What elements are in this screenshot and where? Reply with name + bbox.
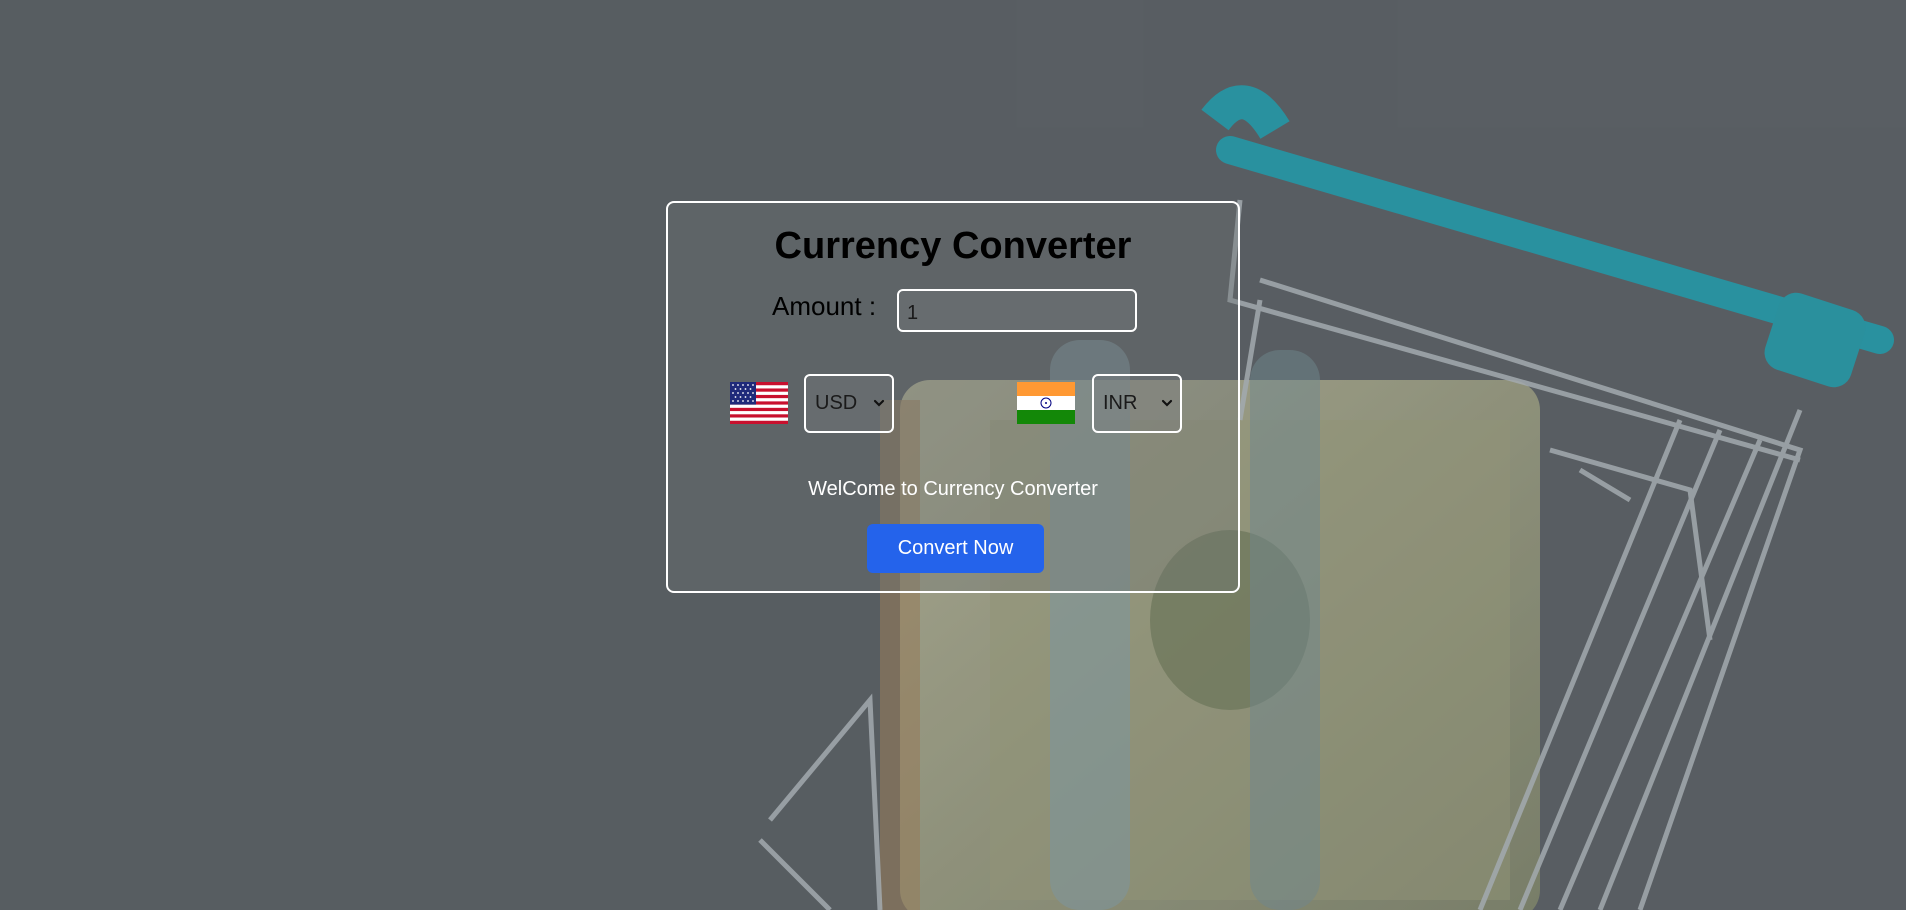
to-currency-value: INR xyxy=(1103,392,1138,414)
us-flag-icon xyxy=(730,382,788,424)
page: Currency Converter Amount : 1 USD INR We… xyxy=(0,0,1906,910)
india-flag-icon xyxy=(1017,382,1075,424)
status-message: WelCome to Currency Converter xyxy=(808,478,1098,500)
convert-now-button[interactable]: Convert Now xyxy=(867,524,1044,573)
amount-label: Amount : xyxy=(772,291,877,321)
chevron-down-icon xyxy=(1161,399,1173,407)
amount-input[interactable] xyxy=(897,289,1137,332)
to-currency-select[interactable]: INR xyxy=(1092,374,1182,433)
from-currency-select[interactable]: USD xyxy=(804,374,894,433)
page-title: Currency Converter xyxy=(774,225,1132,267)
chevron-down-icon xyxy=(873,399,885,407)
converter-card: Currency Converter Amount : 1 USD INR We… xyxy=(666,201,1240,593)
from-currency-value: USD xyxy=(815,392,858,414)
